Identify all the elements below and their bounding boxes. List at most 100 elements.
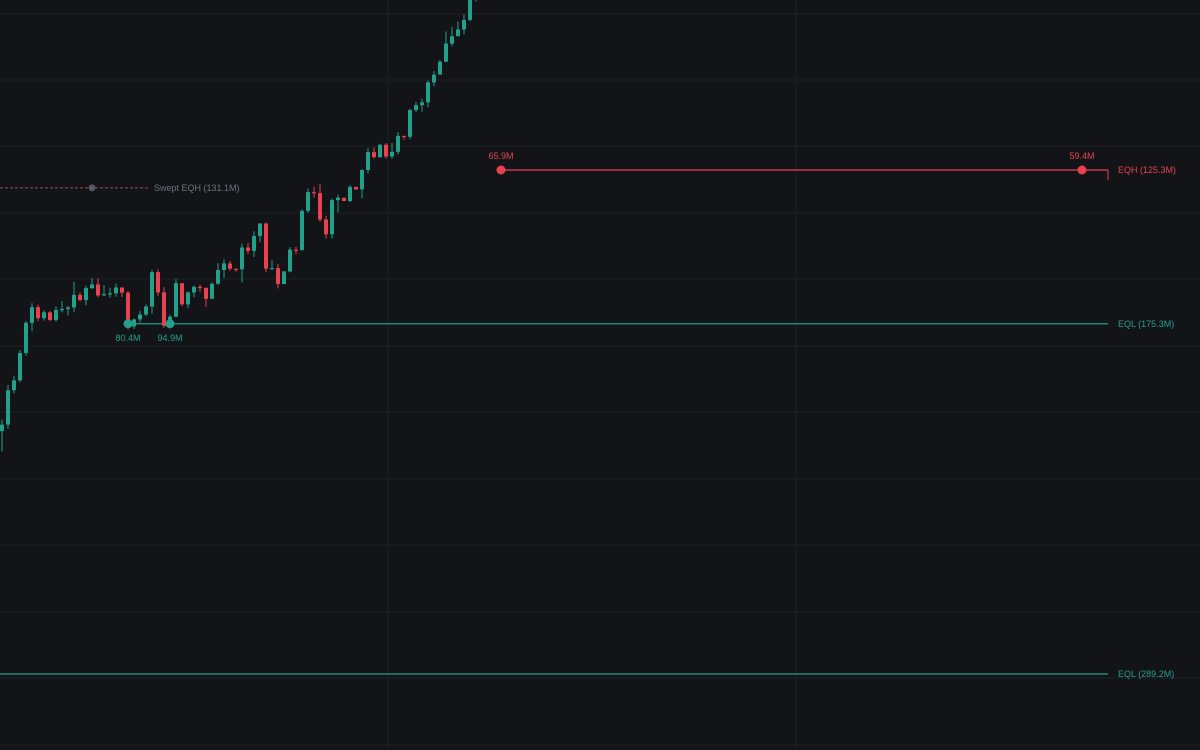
candle-4: [24, 320, 28, 356]
candle-body-62: [372, 152, 376, 158]
candle-44: [264, 222, 268, 273]
candle-body-40: [240, 247, 244, 270]
candle-10: [60, 300, 64, 313]
candle-31: [186, 291, 190, 309]
candle-body-11: [66, 307, 70, 309]
candle-27: [162, 287, 166, 328]
candle-body-76: [456, 29, 460, 37]
candle-body-32: [192, 286, 196, 293]
candle-5: [30, 303, 34, 332]
candle-17: [102, 285, 106, 296]
candle-body-16: [96, 284, 100, 296]
candle-body-46: [276, 268, 280, 285]
candle-54: [324, 215, 328, 239]
candle-body-34: [204, 287, 208, 299]
candle-64: [384, 143, 388, 159]
candle-body-31: [186, 292, 190, 305]
eql-level-label-2: EQL (289.2M): [1118, 669, 1174, 679]
candle-53: [318, 183, 322, 222]
candle-77: [462, 14, 466, 35]
candle-3: [18, 349, 22, 383]
candle-43: [258, 223, 262, 243]
candle-body-9: [54, 309, 58, 321]
candle-body-4: [24, 322, 28, 353]
candle-1: [6, 384, 10, 429]
candle-32: [192, 285, 196, 298]
eql-marker-dot-1: [123, 319, 133, 329]
eql-marker-label-2: 94.9M: [157, 333, 182, 343]
candle-8: [48, 310, 52, 322]
candle-11: [66, 305, 70, 316]
candle-body-35: [210, 283, 214, 299]
candle-40: [240, 243, 244, 283]
candle-69: [414, 102, 418, 112]
candle-body-25: [150, 272, 154, 307]
candle-20: [120, 287, 124, 297]
candle-body-77: [462, 19, 466, 30]
candle-body-3: [18, 352, 22, 381]
candle-body-42: [252, 236, 256, 251]
candle-78: [468, 0, 472, 22]
candle-body-69: [414, 105, 418, 111]
candle-body-64: [384, 144, 388, 157]
candle-body-51: [306, 192, 310, 211]
candle-41: [246, 242, 250, 255]
candle-body-24: [144, 306, 148, 315]
candle-body-8: [48, 312, 52, 321]
candle-body-20: [120, 287, 124, 293]
candle-body-70: [420, 102, 424, 106]
candle-29: [174, 279, 178, 318]
candle-0: [0, 419, 4, 452]
candle-body-52: [312, 192, 316, 194]
candle-body-22: [132, 319, 136, 327]
candle-body-59: [354, 186, 358, 190]
candle-30: [180, 283, 184, 307]
candle-body-57: [342, 197, 346, 202]
swept-marker-dot: [88, 184, 96, 192]
candle-57: [342, 197, 346, 202]
candle-body-75: [450, 36, 454, 44]
candle-33: [198, 284, 202, 292]
eqh-marker-label-1: 65.9M: [488, 151, 513, 161]
candle-body-68: [408, 110, 412, 137]
candle-76: [456, 21, 460, 37]
candle-25: [150, 269, 154, 314]
candle-body-71: [426, 82, 430, 103]
candle-24: [144, 304, 148, 317]
candle-body-58: [348, 186, 352, 202]
candle-6: [36, 304, 40, 322]
candle-body-67: [402, 135, 406, 138]
candle-body-65: [390, 151, 394, 157]
candle-body-44: [264, 223, 268, 269]
candle-46: [276, 264, 280, 289]
candle-body-66: [396, 135, 400, 152]
chart-root: EQH (125.3M) EQL (175.3M) EQL (289.2M) S…: [0, 0, 1200, 750]
eqh-marker-label-2: 59.4M: [1069, 151, 1094, 161]
candle-body-26: [156, 272, 160, 293]
candle-body-41: [246, 247, 250, 251]
eql-marker-dot-2: [165, 319, 175, 329]
eqh-marker-dot-1: [496, 165, 506, 175]
candle-body-38: [228, 263, 232, 269]
candle-body-0: [0, 424, 4, 432]
candle-45: [270, 260, 274, 270]
candle-72: [432, 70, 436, 87]
candle-55: [330, 198, 334, 239]
candle-34: [204, 287, 208, 307]
candle-body-39: [234, 268, 238, 270]
candle-body-60: [360, 170, 364, 190]
candle-48: [288, 247, 292, 273]
candle-body-33: [198, 286, 202, 289]
candle-body-73: [438, 61, 442, 75]
candle-62: [372, 147, 376, 159]
candle-59: [354, 186, 358, 190]
candle-body-72: [432, 74, 436, 83]
candle-61: [366, 147, 370, 174]
eql-marker-label-1: 80.4M: [115, 333, 140, 343]
candle-65: [390, 142, 394, 159]
candle-52: [312, 186, 316, 198]
eqh-level-label: EQH (125.3M): [1118, 165, 1176, 175]
candle-body-74: [444, 43, 448, 62]
candle-79: [475, 0, 477, 2]
candle-layer: [0, 0, 477, 452]
